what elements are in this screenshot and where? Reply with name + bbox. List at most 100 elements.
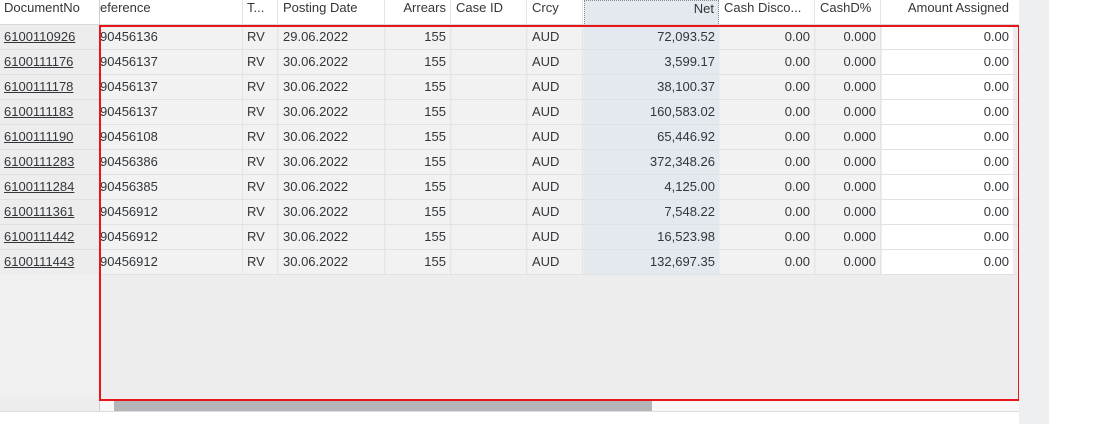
table-row[interactable]: 6100111190 90456108 RV 30.06.2022 155 AUD 65,4… <box>0 125 1019 150</box>
cell-arrears: 155 <box>386 50 451 74</box>
cell-case-id <box>452 150 527 174</box>
table-row[interactable]: 6100110926 90456136 RV 29.06.2022 155 AUD 72,0… <box>0 25 1019 50</box>
cell-documentno: 6100111190 <box>0 125 99 149</box>
cell-crcy: AUD <box>528 50 583 74</box>
cell-case-id <box>452 250 527 274</box>
cell-documentno: 6100111283 <box>0 150 99 174</box>
cell-amount-assigned: 0.00 <box>882 175 1013 199</box>
cell-posting-date: 30.06.2022 <box>279 225 385 249</box>
horizontal-scrollbar-thumb[interactable] <box>114 399 652 411</box>
cell-posting-date: 30.06.2022 <box>279 200 385 224</box>
cell-reference: 90456912 <box>100 200 243 224</box>
cell-documentno: 6100110926 <box>0 25 99 49</box>
column-header-posting-date[interactable]: Posting Date <box>279 0 385 24</box>
cell-documentno: 6100111284 <box>0 175 99 199</box>
document-number-link[interactable]: 6100111183 <box>4 104 73 119</box>
cell-posting-date: 30.06.2022 <box>279 125 385 149</box>
table-header: DocumentNo eference T... Posting Date Ar… <box>0 0 1019 25</box>
cell-type: RV <box>243 225 278 249</box>
cell-cashd-pct: 0.000 <box>816 175 881 199</box>
column-header-documentno[interactable]: DocumentNo <box>0 0 99 24</box>
document-number-link[interactable]: 6100111178 <box>4 79 73 94</box>
cell-crcy: AUD <box>528 75 583 99</box>
cell-type: RV <box>243 75 278 99</box>
cell-cashd-pct: 0.000 <box>816 250 881 274</box>
cell-cash-discount: 0.00 <box>720 200 815 224</box>
document-number-link[interactable]: 6100111361 <box>4 204 74 219</box>
document-number-link[interactable]: 6100111443 <box>4 254 74 269</box>
cell-amount-assigned: 0.00 <box>882 150 1013 174</box>
cell-reference: 90456137 <box>100 100 243 124</box>
document-number-link[interactable]: 6100111442 <box>4 229 74 244</box>
column-header-amount-assigned[interactable]: Amount Assigned <box>882 0 1013 24</box>
document-number-link[interactable]: 6100111176 <box>4 54 73 69</box>
column-header-case-id[interactable]: Case ID <box>452 0 527 24</box>
column-header-arrears[interactable]: Arrears <box>386 0 451 24</box>
cell-case-id <box>452 50 527 74</box>
frozen-column-divider <box>99 0 100 412</box>
open-items-table: DocumentNo eference T... Posting Date Ar… <box>0 0 1019 412</box>
cell-crcy: AUD <box>528 25 583 49</box>
cell-cash-discount: 0.00 <box>720 250 815 274</box>
cell-cash-discount: 0.00 <box>720 75 815 99</box>
column-header-net[interactable]: Net <box>584 0 719 24</box>
cell-amount-assigned: 0.00 <box>882 125 1013 149</box>
cell-net: 7,548.22 <box>584 200 719 224</box>
cell-case-id <box>452 75 527 99</box>
document-number-link[interactable]: 6100111283 <box>4 154 74 169</box>
cell-reference: 90456108 <box>100 125 243 149</box>
cell-arrears: 155 <box>386 225 451 249</box>
cell-type: RV <box>243 250 278 274</box>
cell-reference: 90456137 <box>100 75 243 99</box>
cell-case-id <box>452 125 527 149</box>
cell-reference: 90456386 <box>100 150 243 174</box>
cell-posting-date: 29.06.2022 <box>279 25 385 49</box>
cell-posting-date: 30.06.2022 <box>279 75 385 99</box>
table-bottom-border <box>0 411 1019 412</box>
cell-net: 372,348.26 <box>584 150 719 174</box>
table-row[interactable]: 6100111176 90456137 RV 30.06.2022 155 AUD 3,59… <box>0 50 1019 75</box>
cell-posting-date: 30.06.2022 <box>279 175 385 199</box>
cell-crcy: AUD <box>528 100 583 124</box>
cell-crcy: AUD <box>528 225 583 249</box>
cell-arrears: 155 <box>386 25 451 49</box>
cell-net: 4,125.00 <box>584 175 719 199</box>
table-row[interactable]: 6100111183 90456137 RV 30.06.2022 155 AUD 160,… <box>0 100 1019 125</box>
document-number-link[interactable]: 6100111190 <box>4 129 73 144</box>
column-header-type[interactable]: T... <box>243 0 278 24</box>
table-row[interactable]: 6100111178 90456137 RV 30.06.2022 155 AUD 38,1… <box>0 75 1019 100</box>
cell-type: RV <box>243 200 278 224</box>
cell-net: 132,697.35 <box>584 250 719 274</box>
cell-amount-assigned: 0.00 <box>882 25 1013 49</box>
document-number-link[interactable]: 6100110926 <box>4 29 75 44</box>
cell-posting-date: 30.06.2022 <box>279 150 385 174</box>
table-row[interactable]: 6100111283 90456386 RV 30.06.2022 155 AUD 372,… <box>0 150 1019 175</box>
column-header-cash-discount[interactable]: Cash Disco... <box>720 0 815 24</box>
cell-arrears: 155 <box>386 75 451 99</box>
cell-cashd-pct: 0.000 <box>816 225 881 249</box>
cell-type: RV <box>243 125 278 149</box>
document-number-link[interactable]: 6100111284 <box>4 179 74 194</box>
cell-cashd-pct: 0.000 <box>816 75 881 99</box>
cell-arrears: 155 <box>386 175 451 199</box>
cell-case-id <box>452 175 527 199</box>
cell-crcy: AUD <box>528 200 583 224</box>
cell-case-id <box>452 100 527 124</box>
cell-documentno: 6100111178 <box>0 75 99 99</box>
table-row[interactable]: 6100111442 90456912 RV 30.06.2022 155 AUD 16,5… <box>0 225 1019 250</box>
table-row[interactable]: 6100111443 90456912 RV 30.06.2022 155 AUD 132,… <box>0 250 1019 275</box>
table-row[interactable]: 6100111284 90456385 RV 30.06.2022 155 AUD 4,12… <box>0 175 1019 200</box>
column-header-reference[interactable]: eference <box>100 0 243 24</box>
column-header-cashd-pct[interactable]: CashD% <box>816 0 881 24</box>
cell-case-id <box>452 25 527 49</box>
cell-documentno: 6100111442 <box>0 225 99 249</box>
column-header-crcy[interactable]: Crcy <box>528 0 583 24</box>
cell-crcy: AUD <box>528 125 583 149</box>
cell-type: RV <box>243 175 278 199</box>
side-panel-edge <box>1019 0 1049 424</box>
cell-cashd-pct: 0.000 <box>816 100 881 124</box>
cell-documentno: 6100111176 <box>0 50 99 74</box>
cell-case-id <box>452 225 527 249</box>
cell-reference: 90456385 <box>100 175 243 199</box>
table-row[interactable]: 6100111361 90456912 RV 30.06.2022 155 AUD 7,54… <box>0 200 1019 225</box>
